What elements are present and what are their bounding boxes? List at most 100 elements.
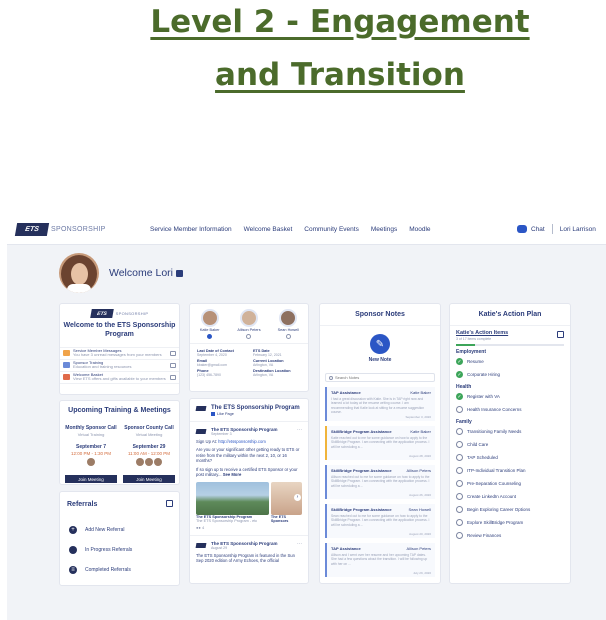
checkbox[interactable] [456, 428, 463, 435]
task-item[interactable]: ✓ Corporate Hiring [450, 368, 570, 381]
referrals-title: Referrals [67, 501, 98, 508]
progress-icon [69, 546, 77, 554]
checkbox[interactable] [456, 467, 463, 474]
task-item[interactable]: Explore SkillBridge Program [450, 516, 570, 529]
checkbox[interactable] [456, 441, 463, 448]
checkbox[interactable] [456, 493, 463, 500]
reactions[interactable]: ●● 4 [196, 525, 302, 530]
list-item[interactable]: Welcome Basket View ETS offers and gifts … [60, 372, 179, 384]
task-item[interactable]: Child Care [450, 438, 570, 451]
member-radio[interactable] [207, 334, 213, 339]
note-item[interactable]: TAP Assistance Katie Baker I had a great… [325, 387, 435, 421]
avatar [59, 253, 99, 293]
member-option[interactable]: Allison Peters [232, 309, 266, 339]
pen-icon[interactable]: ✎ [370, 334, 390, 354]
member-radio[interactable] [285, 334, 291, 339]
progress-bar [456, 344, 564, 346]
linkedin-icon[interactable] [176, 269, 183, 277]
note-item[interactable]: TAP Assistance Allison Peters Allison an… [325, 543, 435, 577]
task-item[interactable]: Health Insurance Concerns [450, 403, 570, 416]
checkbox[interactable] [456, 506, 463, 513]
nav-link-welcome-basket[interactable]: Welcome Basket [244, 226, 293, 233]
task-item[interactable]: Review Finances [450, 529, 570, 542]
checkbox[interactable] [456, 519, 463, 526]
chat-icon[interactable] [517, 225, 527, 233]
training-card: Upcoming Training & Meetings Monthly Spo… [59, 400, 180, 485]
page-logo-icon [195, 429, 207, 434]
logo-mark: ETS [14, 223, 50, 236]
check-icon[interactable]: ✓ [456, 393, 463, 400]
chat-area: Chat Lori Larrison [517, 224, 596, 234]
more-icon[interactable]: ··· [297, 541, 302, 547]
nav-link-meetings[interactable]: Meetings [371, 226, 397, 233]
page-logo-icon [195, 405, 207, 411]
member-selector: Katie Baker Allison Peters Sean Howell [190, 309, 308, 339]
chat-link[interactable]: Chat [531, 226, 545, 233]
check-icon[interactable]: ✓ [456, 371, 463, 378]
checkbox[interactable] [456, 406, 463, 413]
see-more-link[interactable]: See More [223, 472, 242, 477]
attendees [121, 458, 177, 467]
reaction-icons: ●● [196, 524, 201, 530]
list-icon: ≡ [69, 566, 77, 574]
next-arrow-icon[interactable]: › [294, 493, 301, 501]
task-item[interactable]: ✓ Resume [450, 355, 570, 368]
task-item[interactable]: ✓ Register with VA [450, 390, 570, 403]
card-logo: ETS SPONSORSHIP [89, 309, 149, 318]
app-screenshot: ETS SPONSORSHIP Service Member Informati… [7, 215, 606, 620]
note-item[interactable]: SkillBridge Program Assistance Katie Bak… [325, 426, 435, 460]
meeting-monthly: Monthly Sponsor Call Virtual Training Se… [63, 423, 119, 483]
post-link[interactable]: http://etssponsorship.com [218, 439, 266, 444]
referral-in-progress[interactable]: In Progress Referrals [69, 546, 132, 554]
list-item[interactable]: Sponsor Training Education and training r… [60, 360, 179, 372]
action-items-link[interactable]: Katie's Action Items [456, 330, 564, 336]
sponsor-notes-card: Sponsor Notes ✎ New Note TAP Assistance … [319, 303, 441, 584]
task-item[interactable]: Create LinkedIn Account [450, 490, 570, 503]
list-item[interactable]: Service Member Messages You have 3 unread… [60, 348, 179, 360]
note-item[interactable]: SkillBridge Program Assistance Sean Howe… [325, 504, 435, 538]
new-note-button[interactable]: New Note [320, 357, 440, 363]
program-card: ETS SPONSORSHIP Welcome to the ETS Spons… [59, 303, 180, 395]
post-image[interactable] [196, 481, 269, 515]
edit-icon[interactable] [557, 331, 564, 338]
ets-logo[interactable]: ETS SPONSORSHIP [14, 223, 106, 236]
checkbox[interactable] [456, 532, 463, 539]
slide-title-area: Level 2 - Engagement and Transition [0, 0, 606, 210]
nav-link-moodle[interactable]: Moodle [409, 226, 430, 233]
member-option[interactable]: Sean Howell [271, 309, 305, 339]
member-radio[interactable] [246, 334, 252, 339]
task-item[interactable]: TAP Scheduled [450, 451, 570, 464]
referral-completed[interactable]: ≡ Completed Referrals [69, 566, 131, 574]
nav-link-community-events[interactable]: Community Events [304, 226, 359, 233]
member-option[interactable]: Katie Baker [193, 309, 227, 339]
task-item[interactable]: Transitioning Family Needs [450, 425, 570, 438]
checkbox[interactable] [456, 454, 463, 461]
training-title: Upcoming Training & Meetings [68, 407, 171, 414]
join-meeting-button[interactable]: Join Meeting [65, 475, 117, 483]
check-icon[interactable]: ✓ [456, 358, 463, 365]
nav-link-service-member[interactable]: Service Member Information [150, 226, 232, 233]
task-item[interactable]: Pre-Separation Counseling [450, 477, 570, 490]
feed-post: The ETS Sponsorship Program September 3 … [190, 421, 308, 530]
user-name[interactable]: Lori Larrison [560, 226, 596, 233]
top-nav: ETS SPONSORSHIP Service Member Informati… [7, 215, 606, 245]
feed-title[interactable]: The ETS Sponsorship Program [211, 405, 300, 411]
member-card: Katie Baker Allison Peters Sean Howell L… [189, 303, 309, 392]
edit-icon[interactable] [166, 500, 173, 507]
search-input[interactable] [334, 375, 434, 380]
member-photo [200, 309, 219, 327]
task-item[interactable]: Begin Exploring Career Options [450, 503, 570, 516]
more-icon[interactable]: ··· [297, 427, 302, 433]
task-item[interactable]: ITP-Individual Transition Plan [450, 464, 570, 477]
program-card-title: Welcome to the ETS Sponsorship Program [63, 322, 176, 338]
feed-post: The ETS Sponsorship Program August 29 ··… [190, 534, 308, 564]
referral-add[interactable]: + Add New Referral [69, 526, 124, 534]
page-logo-icon [195, 542, 207, 548]
logo-word: SPONSORSHIP [51, 226, 106, 233]
sponsor-notes-title: Sponsor Notes [355, 311, 405, 318]
join-meeting-button[interactable]: Join Meeting [123, 475, 175, 483]
like-page-button[interactable]: Like Page [211, 412, 308, 416]
checkbox[interactable] [456, 480, 463, 487]
note-item[interactable]: SkillBridge Program Assistance Allison P… [325, 465, 435, 499]
post-image[interactable]: › [270, 481, 302, 515]
